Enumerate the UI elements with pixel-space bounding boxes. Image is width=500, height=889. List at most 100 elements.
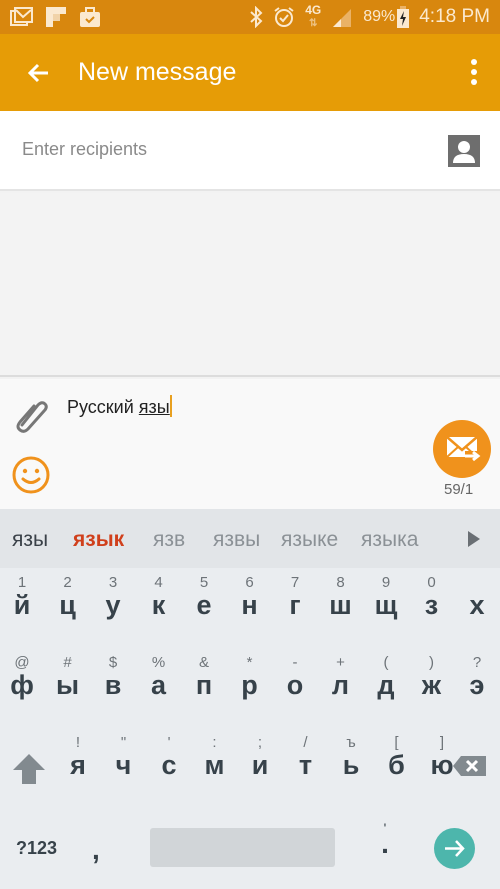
key-row-2: @ ф # ы $ в% а & п * р - о + л(д) ж? э — [0, 648, 500, 728]
suggestion-primary[interactable]: язык — [73, 528, 124, 552]
suggestion[interactable]: язв — [153, 528, 185, 552]
key-ь[interactable]: ъь — [329, 728, 373, 808]
gmail-icon — [10, 7, 33, 26]
enter-button[interactable] — [434, 828, 475, 869]
key-б[interactable]: [б — [375, 728, 419, 808]
symbols-key[interactable]: ?123 — [16, 838, 57, 859]
expand-suggestions-icon[interactable] — [468, 531, 480, 547]
recipients-input[interactable] — [22, 139, 402, 160]
key-к[interactable]: 4к — [137, 568, 181, 648]
key-hint: ' — [167, 734, 171, 751]
suggestion[interactable]: язвы — [213, 528, 260, 552]
key-т[interactable]: / т — [284, 728, 328, 808]
key-label: о — [286, 670, 304, 700]
key-п[interactable]: & п — [182, 648, 226, 728]
key-hint: & — [198, 654, 209, 671]
key-ч[interactable]: " ч — [102, 728, 146, 808]
space-key[interactable] — [150, 828, 335, 867]
signal-icon — [333, 9, 352, 27]
key-hint: ) — [429, 654, 434, 671]
key-ш[interactable]: 8ш — [319, 568, 363, 648]
key-label: д — [377, 670, 395, 700]
key-д[interactable]: (д — [364, 648, 408, 728]
key-label: и — [251, 750, 269, 780]
key-hint: @ — [14, 654, 30, 671]
key-hint: % — [151, 654, 166, 671]
suggestion[interactable]: языка — [361, 528, 418, 552]
period-key[interactable]: ' . — [375, 820, 395, 870]
key-hint: ъ — [346, 734, 356, 751]
key-hint: 1 — [17, 574, 27, 591]
shift-icon[interactable] — [11, 752, 47, 786]
conversation-area — [0, 193, 500, 377]
key-hint: : — [212, 734, 217, 751]
key-я[interactable]: ! я — [56, 728, 100, 808]
page-title: New message — [78, 58, 237, 86]
key-label: ц — [59, 590, 76, 620]
key-р[interactable]: * р — [228, 648, 272, 728]
key-label: а — [150, 670, 167, 700]
key-е[interactable]: 5е — [182, 568, 226, 648]
send-button[interactable] — [433, 420, 491, 478]
key-label: н — [241, 590, 258, 620]
key-hint: + — [336, 654, 345, 671]
key-hint: 7 — [290, 574, 300, 591]
key-label: х — [469, 590, 485, 620]
briefcase-icon — [80, 7, 100, 27]
key-ф[interactable]: @ ф — [0, 648, 44, 728]
key-у[interactable]: 3у — [91, 568, 135, 648]
key-и[interactable]: ; и — [238, 728, 282, 808]
bluetooth-icon — [250, 6, 263, 28]
key-label: у — [105, 590, 121, 620]
comma-key[interactable]: , — [92, 834, 100, 866]
more-vert-icon[interactable] — [468, 58, 480, 88]
key-з[interactable]: 0з — [410, 568, 454, 648]
key-о[interactable]: -о — [273, 648, 317, 728]
clock: 4:18 PM — [419, 6, 490, 27]
key-м[interactable]: :м — [193, 728, 237, 808]
key-э[interactable]: ? э — [455, 648, 499, 728]
contact-picker-icon[interactable] — [448, 135, 480, 167]
key-hint: 0 — [427, 574, 436, 591]
arrow-forward-icon — [445, 840, 465, 857]
suggestion-typed[interactable]: язы — [12, 528, 48, 552]
key-label: к — [151, 590, 166, 620]
period-key-label: . — [381, 828, 389, 859]
key-г[interactable]: 7г — [273, 568, 317, 648]
battery-percent: 89% — [363, 8, 396, 25]
key-л[interactable]: + л — [319, 648, 363, 728]
key-с[interactable]: ' с — [147, 728, 191, 808]
key-label: э — [469, 670, 485, 700]
recipients-bar — [0, 111, 500, 191]
suggestion[interactable]: языке — [281, 528, 338, 552]
key-hint: 3 — [108, 574, 118, 591]
key-й[interactable]: 1й — [0, 568, 44, 648]
flipboard-icon — [46, 7, 66, 27]
key-row-3: ! я " ч ' с: м; и / т ъ ь[б] ю — [0, 728, 500, 808]
key-ц[interactable]: 2ц — [46, 568, 90, 648]
key-ю[interactable]: ] ю — [420, 728, 464, 808]
key-щ[interactable]: 9щ — [364, 568, 408, 648]
key-hint: ! — [75, 734, 81, 751]
message-input[interactable]: Русский язы — [67, 395, 172, 418]
send-mail-icon — [446, 436, 481, 462]
key-н[interactable]: 6н — [228, 568, 272, 648]
attach-icon[interactable] — [14, 397, 48, 433]
arrow-back-icon[interactable] — [22, 56, 56, 90]
key-в[interactable]: $ в — [91, 648, 135, 728]
key-label: ь — [342, 750, 360, 780]
key-а[interactable]: % а — [137, 648, 181, 728]
key-hint: ( — [383, 654, 389, 671]
key-х[interactable]: х — [455, 568, 499, 648]
emoji-icon[interactable] — [11, 455, 51, 495]
key-ж[interactable]: ) ж — [410, 648, 454, 728]
key-label: с — [161, 750, 177, 780]
battery-charging-icon — [397, 6, 410, 28]
key-hint: $ — [108, 654, 118, 671]
key-label: п — [195, 670, 213, 700]
key-ы[interactable]: # ы — [46, 648, 90, 728]
key-label: щ — [374, 590, 398, 620]
key-label: ч — [115, 750, 132, 780]
key-hint: / — [303, 734, 308, 751]
status-bar: 4G ⇅ 89% 4:18 PM — [0, 0, 500, 34]
